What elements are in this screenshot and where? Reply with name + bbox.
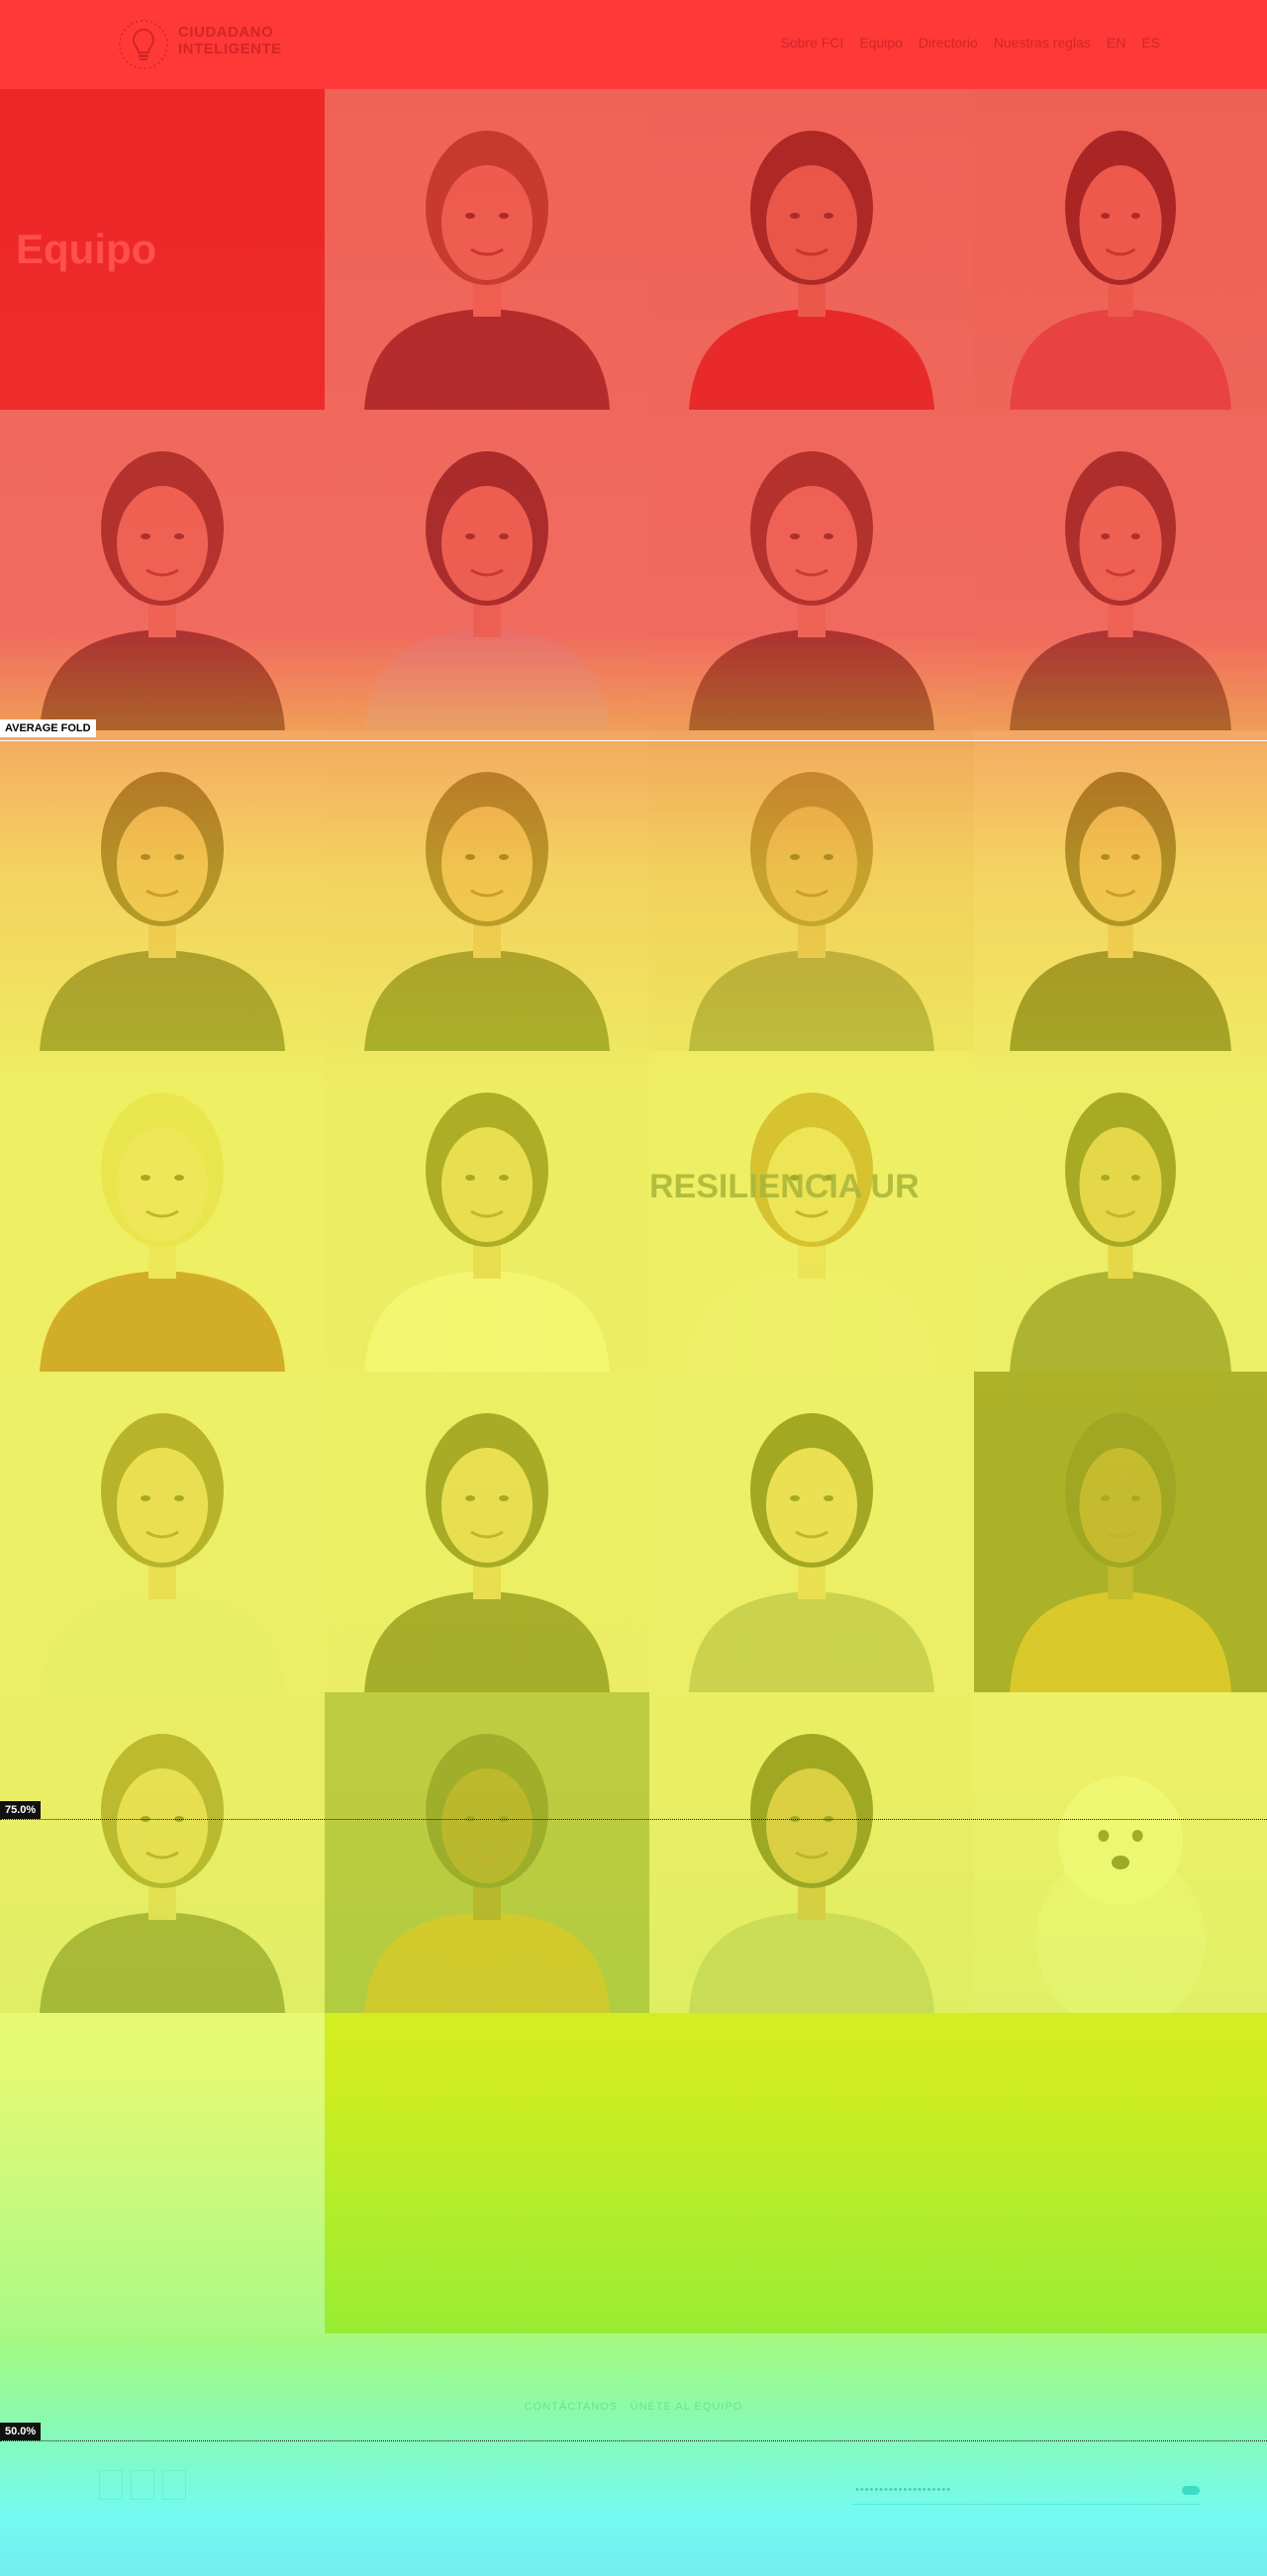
team-member-card[interactable]	[974, 410, 1267, 730]
social-icon[interactable]	[99, 2470, 123, 2500]
newsletter-form	[853, 2480, 1200, 2505]
team-member-card[interactable]	[0, 1692, 325, 2013]
social-links	[99, 2470, 186, 2500]
team-member-photo	[325, 730, 649, 1051]
team-member-photo	[649, 730, 974, 1051]
team-member-card[interactable]	[649, 1692, 974, 2013]
team-member-card[interactable]	[974, 1692, 1267, 2013]
scroll-75-line	[0, 1819, 1267, 1820]
team-member-photo	[325, 1051, 649, 1372]
team-member-card[interactable]	[974, 89, 1267, 410]
site-footer: CONTÁCTANOS ÚNETE AL EQUIPO	[0, 2336, 1267, 2576]
team-member-photo	[0, 1051, 325, 1372]
team-member-card[interactable]	[649, 410, 974, 730]
team-member-photo	[0, 410, 325, 730]
team-member-photo	[325, 410, 649, 730]
team-member-card[interactable]: RESILIENCIA UR	[649, 1051, 974, 1372]
nav-directorio[interactable]: Directorio	[919, 35, 978, 50]
team-member-card[interactable]	[0, 410, 325, 730]
logo-line-1: CIUDADANO	[178, 24, 274, 41]
nav-nuestras-reglas[interactable]: Nuestras reglas	[994, 35, 1091, 50]
team-member-card[interactable]	[325, 1372, 649, 1692]
team-member-photo	[0, 1372, 325, 1692]
team-member-card[interactable]	[325, 1051, 649, 1372]
logo-wordmark[interactable]: CIUDADANO INTELIGENTE	[178, 24, 282, 57]
footer-link-join[interactable]: ÚNETE AL EQUIPO	[631, 2401, 743, 2413]
team-member-card[interactable]	[325, 730, 649, 1051]
team-member-photo	[0, 1692, 325, 2013]
empty-grid-area	[325, 2013, 1267, 2334]
team-member-photo	[974, 1372, 1267, 1692]
social-icon[interactable]	[162, 2470, 186, 2500]
team-member-photo	[649, 89, 974, 410]
team-member-photo	[649, 1372, 974, 1692]
team-member-photo	[974, 410, 1267, 730]
team-member-photo	[974, 89, 1267, 410]
team-member-photo	[649, 410, 974, 730]
page-title-tile: Equipo	[0, 89, 325, 410]
team-member-photo	[974, 1051, 1267, 1372]
team-member-card[interactable]	[649, 89, 974, 410]
footer-link-contact[interactable]: CONTÁCTANOS	[525, 2401, 619, 2413]
scroll-50-label: 50.0%	[0, 2423, 42, 2440]
team-member-card[interactable]	[325, 89, 649, 410]
site-header: CIUDADANO INTELIGENTE Sobre FCI Equipo D…	[0, 0, 1267, 89]
average-fold-label: AVERAGE FOLD	[0, 719, 96, 737]
nav-sobre-fci[interactable]: Sobre FCI	[781, 35, 844, 50]
scroll-75-label: 75.0%	[0, 1801, 42, 1819]
nav-equipo[interactable]: Equipo	[859, 35, 903, 50]
logo-line-2: INTELIGENTE	[178, 41, 282, 57]
page-title: Equipo	[16, 226, 157, 272]
team-grid: Equipo RESILIENCIA UR	[0, 89, 1267, 2336]
team-member-card[interactable]	[974, 730, 1267, 1051]
team-member-photo	[325, 1692, 649, 2013]
team-member-photo	[649, 1692, 974, 2013]
footer-links: CONTÁCTANOS ÚNETE AL EQUIPO	[0, 2397, 1267, 2415]
team-member-card[interactable]	[325, 410, 649, 730]
team-member-card[interactable]	[0, 730, 325, 1051]
team-member-photo	[974, 1692, 1267, 2013]
newsletter-email-input[interactable]	[853, 2483, 1154, 2497]
team-member-card[interactable]	[974, 1051, 1267, 1372]
social-icon[interactable]	[131, 2470, 154, 2500]
team-member-card[interactable]	[0, 1372, 325, 1692]
team-member-card[interactable]	[325, 1692, 649, 2013]
team-member-card[interactable]	[974, 1372, 1267, 1692]
speaker-banner-text: RESILIENCIA UR	[649, 1168, 920, 1205]
main-nav: Sobre FCI Equipo Directorio Nuestras reg…	[781, 35, 1161, 50]
nav-lang-en[interactable]: EN	[1107, 35, 1125, 50]
team-member-card[interactable]	[0, 1051, 325, 1372]
scroll-50-line	[0, 2440, 1267, 2441]
team-member-photo	[974, 730, 1267, 1051]
nav-lang-es[interactable]: ES	[1141, 35, 1160, 50]
average-fold-line	[0, 740, 1267, 741]
team-member-photo	[0, 730, 325, 1051]
team-member-photo	[649, 1051, 974, 1372]
team-member-photo	[325, 89, 649, 410]
team-member-card[interactable]	[649, 1372, 974, 1692]
team-member-photo	[325, 1372, 649, 1692]
newsletter-submit-button[interactable]	[1182, 2486, 1200, 2495]
lightbulb-logo-icon[interactable]	[117, 18, 170, 71]
team-member-card[interactable]	[649, 730, 974, 1051]
